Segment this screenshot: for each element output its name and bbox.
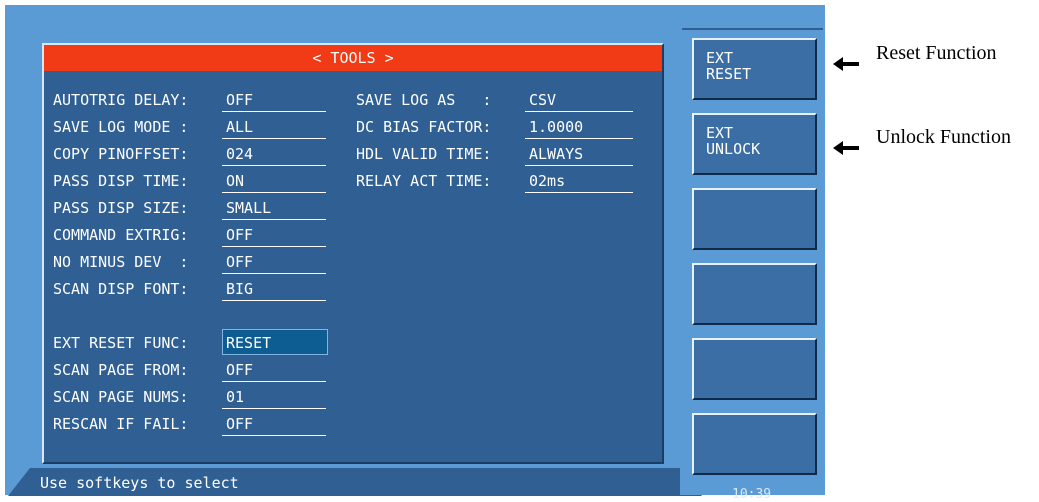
value-underline	[525, 192, 633, 193]
param-value[interactable]: 024	[226, 145, 253, 163]
value-underline	[222, 192, 326, 193]
softkey-label-line1: EXT	[706, 49, 734, 67]
value-underline	[222, 408, 326, 409]
param-pass-disp-time[interactable]: PASS DISP TIME: ON	[53, 170, 244, 194]
param-autotrig-delay[interactable]: AUTOTRIG DELAY: OFF	[53, 89, 253, 113]
softkey-label-line2: UNLOCK	[706, 140, 761, 158]
tools-panel: < TOOLS > AUTOTRIG DELAY: OFF SAVE LOG M…	[42, 43, 664, 464]
param-label: COPY PINOFFSET:	[53, 145, 189, 163]
status-message: Use softkeys to select	[40, 474, 239, 492]
param-hdl-valid-time[interactable]: HDL VALID TIME: ALWAYS	[356, 143, 583, 167]
value-underline	[222, 273, 326, 274]
param-scan-page-from[interactable]: SCAN PAGE FROM: OFF	[53, 359, 253, 383]
param-command-extrig[interactable]: COMMAND EXTRIG: OFF	[53, 224, 253, 248]
param-copy-pinoffset[interactable]: COPY PINOFFSET: 024	[53, 143, 253, 167]
left-arrow-icon	[833, 141, 859, 155]
param-value[interactable]: OFF	[226, 361, 253, 379]
param-value[interactable]: SMALL	[226, 199, 271, 217]
param-label: DC BIAS FACTOR:	[356, 118, 492, 136]
param-value[interactable]: ON	[226, 172, 244, 190]
param-value[interactable]: ALL	[226, 118, 253, 136]
softkey-divider	[682, 28, 823, 30]
param-scan-page-nums[interactable]: SCAN PAGE NUMS: 01	[53, 386, 244, 410]
param-value[interactable]: 02ms	[529, 172, 565, 190]
softkey-label-line1: EXT	[706, 124, 734, 142]
param-pass-disp-size[interactable]: PASS DISP SIZE: SMALL	[53, 197, 271, 221]
param-label: PASS DISP SIZE:	[53, 199, 189, 217]
param-label: PASS DISP TIME:	[53, 172, 189, 190]
unlock-function-annotation: Unlock Function	[876, 126, 1011, 148]
value-underline	[525, 138, 633, 139]
param-value-selected[interactable]: RESET	[226, 334, 271, 352]
param-rescan-if-fail[interactable]: RESCAN IF FAIL: OFF	[53, 413, 253, 437]
value-underline	[222, 381, 326, 382]
param-label: HDL VALID TIME:	[356, 145, 492, 163]
param-label: NO MINUS DEV :	[53, 253, 189, 271]
param-value[interactable]: 1.0000	[529, 118, 583, 136]
value-underline	[525, 165, 633, 166]
ext-reset-softkey[interactable]: EXT RESET	[692, 38, 817, 100]
param-label: RESCAN IF FAIL:	[53, 415, 189, 433]
value-underline	[222, 246, 326, 247]
value-underline	[222, 165, 326, 166]
param-value[interactable]: OFF	[226, 226, 253, 244]
value-underline	[222, 435, 326, 436]
reset-function-annotation: Reset Function	[876, 42, 997, 64]
param-save-log-mode[interactable]: SAVE LOG MODE : ALL	[53, 116, 253, 140]
param-save-log-as[interactable]: SAVE LOG AS : CSV	[356, 89, 556, 113]
param-relay-act-time[interactable]: RELAY ACT TIME: 02ms	[356, 170, 565, 194]
softkey-4[interactable]	[692, 263, 817, 325]
softkey-label-line2: RESET	[706, 65, 752, 83]
value-underline	[525, 111, 633, 112]
param-label: AUTOTRIG DELAY:	[53, 91, 189, 109]
softkey-6[interactable]	[692, 413, 817, 475]
param-label: SAVE LOG AS :	[356, 91, 492, 109]
param-value[interactable]: ALWAYS	[529, 145, 583, 163]
page-title: < TOOLS >	[44, 45, 662, 71]
value-underline	[222, 219, 326, 220]
left-arrow-icon	[833, 57, 859, 71]
value-underline	[222, 138, 326, 139]
param-label: SAVE LOG MODE :	[53, 118, 189, 136]
param-ext-reset-func[interactable]: EXT RESET FUNC: RESET	[53, 332, 271, 356]
value-underline	[222, 111, 326, 112]
param-scan-disp-font[interactable]: SCAN DISP FONT: BIG	[53, 278, 253, 302]
param-value[interactable]: OFF	[226, 91, 253, 109]
param-no-minus-dev[interactable]: NO MINUS DEV : OFF	[53, 251, 253, 275]
param-label: SCAN DISP FONT:	[53, 280, 189, 298]
param-value[interactable]: BIG	[226, 280, 253, 298]
param-value[interactable]: OFF	[226, 415, 253, 433]
softkey-3[interactable]	[692, 188, 817, 250]
param-value[interactable]: CSV	[529, 91, 556, 109]
softkey-5[interactable]	[692, 338, 817, 400]
param-value[interactable]: OFF	[226, 253, 253, 271]
ext-unlock-softkey[interactable]: EXT UNLOCK	[692, 113, 817, 175]
param-label: SCAN PAGE NUMS:	[53, 388, 189, 406]
softkey-column: EXT RESET EXT UNLOCK 10:39	[680, 5, 825, 502]
param-value[interactable]: 01	[226, 388, 244, 406]
param-label: COMMAND EXTRIG:	[53, 226, 189, 244]
param-label: RELAY ACT TIME:	[356, 172, 492, 190]
param-label: SCAN PAGE FROM:	[53, 361, 189, 379]
param-dc-bias-factor[interactable]: DC BIAS FACTOR: 1.0000	[356, 116, 583, 140]
value-underline	[222, 300, 326, 301]
param-label: EXT RESET FUNC:	[53, 334, 189, 352]
